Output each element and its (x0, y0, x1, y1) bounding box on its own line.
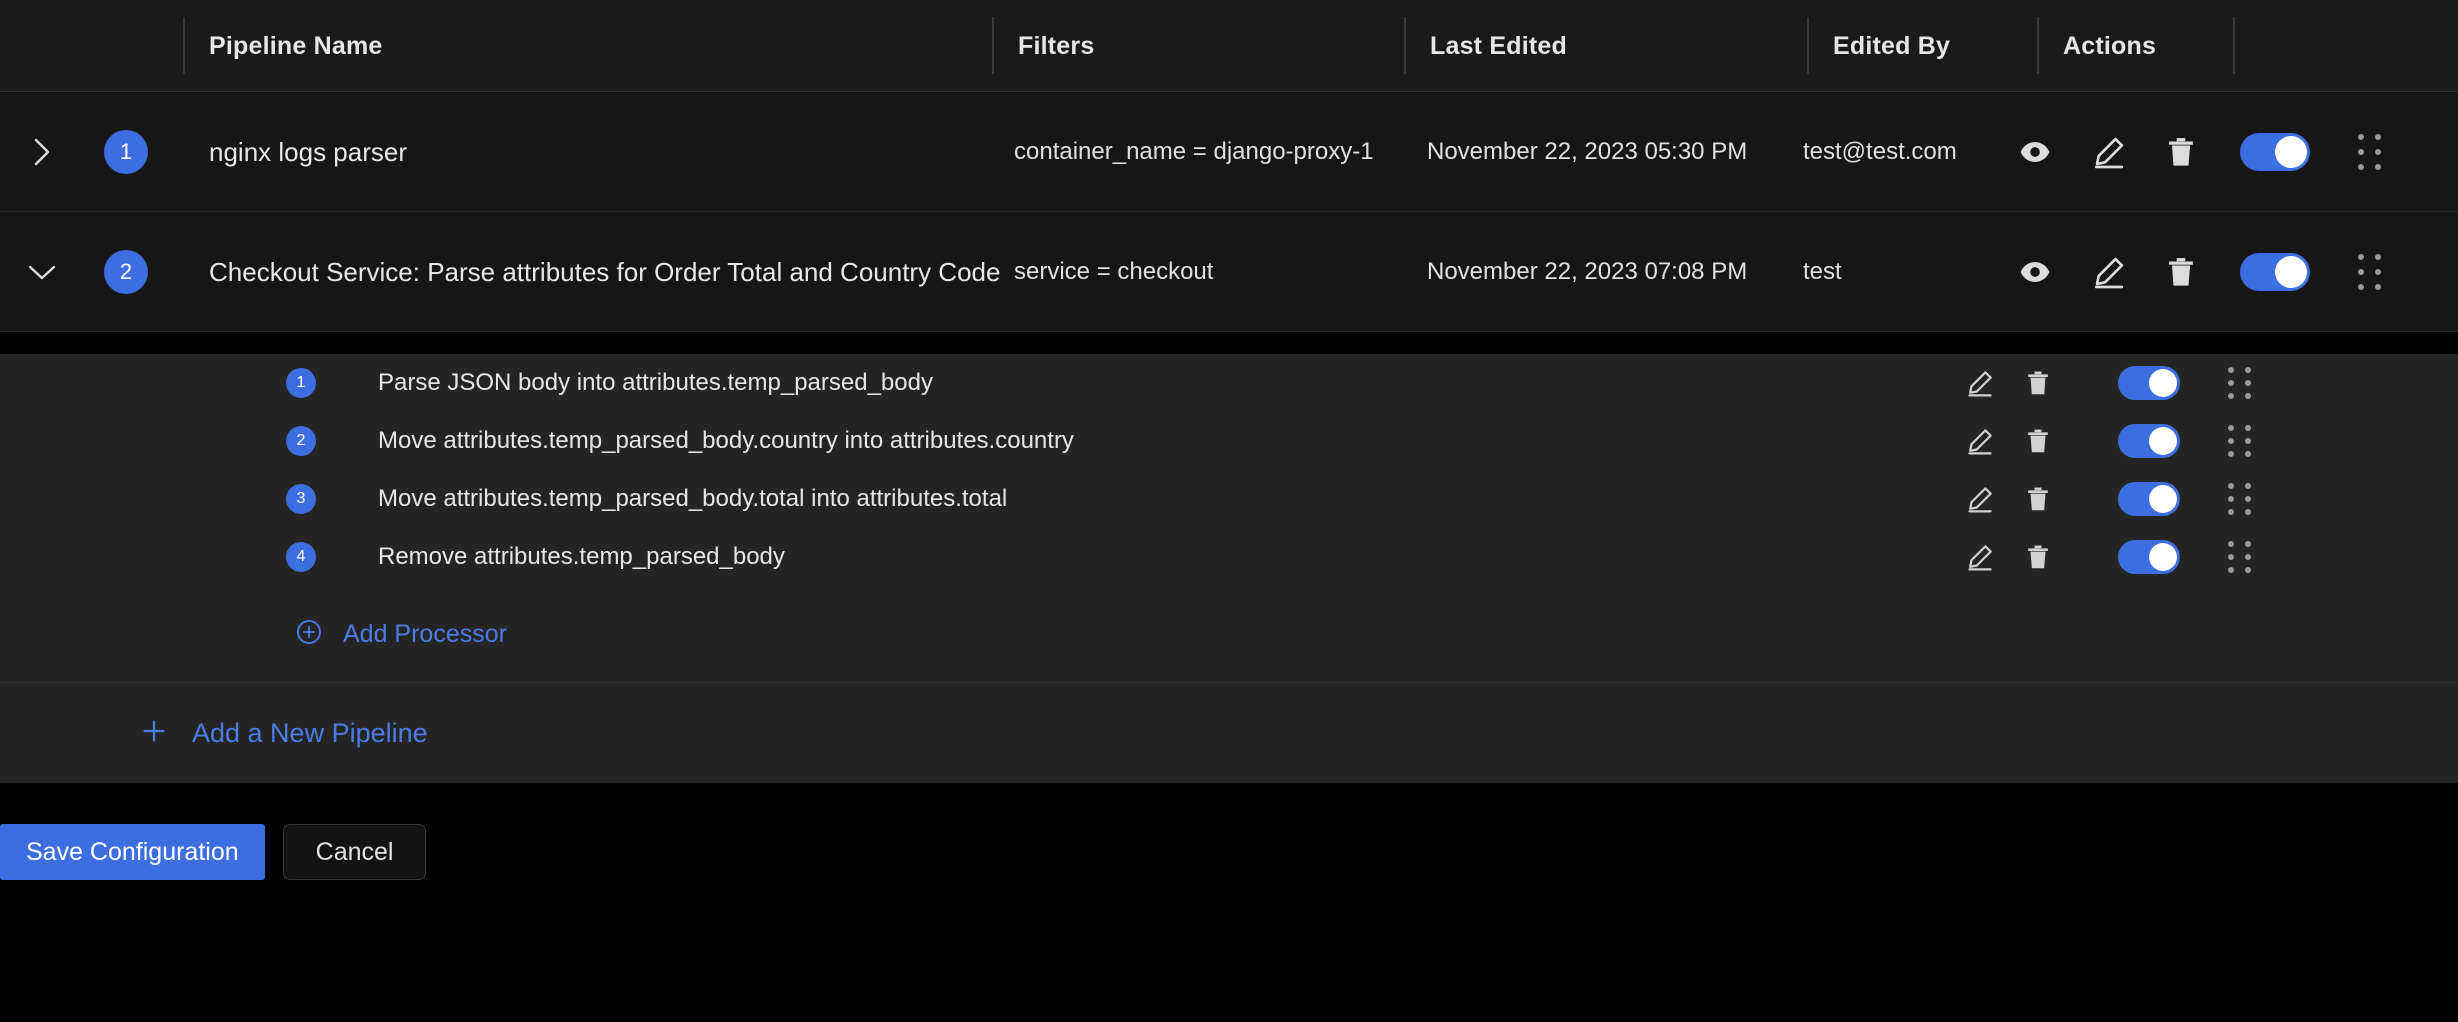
table-header: Pipeline Name Filters Last Edited Edited… (0, 0, 2458, 92)
column-header-label: Last Edited (1430, 31, 1567, 60)
processor-name: Move attributes.temp_parsed_body.total i… (378, 485, 1008, 512)
column-divider (1404, 17, 1406, 74)
chevron-right-icon[interactable] (20, 92, 64, 212)
drag-handle-icon[interactable] (2222, 363, 2256, 403)
processor-actions (1960, 528, 2256, 586)
pencil-icon[interactable] (1960, 537, 2000, 577)
column-divider (183, 17, 185, 74)
column-header-pipeline-name: Pipeline Name (183, 0, 383, 92)
column-header-actions: Actions (2037, 0, 2156, 92)
footer-actions: Save Configuration Cancel (0, 824, 2458, 956)
toggle-knob (2149, 427, 2177, 455)
pipeline-name: Checkout Service: Parse attributes for O… (209, 256, 1001, 287)
add-processor-label: Add Processor (343, 619, 507, 648)
column-divider (992, 17, 994, 74)
eye-icon[interactable] (2012, 129, 2058, 175)
trash-icon[interactable] (2018, 421, 2058, 461)
pencil-icon[interactable] (2086, 249, 2132, 295)
processor-row[interactable]: 4 Remove attributes.temp_parsed_body (0, 528, 2458, 586)
trash-icon[interactable] (2018, 363, 2058, 403)
processor-enable-toggle[interactable] (2118, 366, 2180, 400)
processor-enable-toggle[interactable] (2118, 482, 2180, 516)
trash-icon[interactable] (2018, 479, 2058, 519)
processor-row[interactable]: 2 Move attributes.temp_parsed_body.count… (0, 412, 2458, 470)
column-header-label: Pipeline Name (209, 31, 383, 60)
pipeline-order-badge: 1 (104, 129, 148, 174)
pipeline-order-badge: 2 (104, 249, 148, 294)
pipeline-last-edited: November 22, 2023 05:30 PM (1427, 138, 1748, 165)
plus-circle-icon (296, 619, 322, 650)
column-header-filters: Filters (992, 0, 1094, 92)
trash-icon[interactable] (2158, 249, 2204, 295)
chevron-down-icon[interactable] (20, 212, 64, 332)
processor-actions (1960, 412, 2256, 470)
drag-handle-icon[interactable] (2222, 537, 2256, 577)
processor-order-badge: 4 (286, 542, 316, 572)
footer-spacer (0, 783, 2458, 824)
processor-row[interactable]: 1 Parse JSON body into attributes.temp_p… (0, 354, 2458, 412)
pipeline-filter: container_name = django-proxy-1 (1014, 138, 1374, 165)
processors-panel: 1 Parse JSON body into attributes.temp_p… (0, 354, 2458, 683)
pipeline-enable-toggle[interactable] (2240, 253, 2310, 291)
pipeline-row[interactable]: 2 Checkout Service: Parse attributes for… (0, 212, 2458, 332)
pipeline-row[interactable]: 1 nginx logs parser container_name = dja… (0, 92, 2458, 212)
add-pipeline-button[interactable]: Add a New Pipeline (0, 683, 2458, 783)
pipeline-name: nginx logs parser (209, 136, 407, 167)
pipeline-actions (2012, 212, 2386, 332)
add-processor-button[interactable]: Add Processor (0, 586, 2458, 682)
processor-actions (1960, 354, 2256, 412)
column-divider (2037, 17, 2039, 74)
processor-name: Remove attributes.temp_parsed_body (378, 543, 785, 570)
column-header-end (2233, 0, 2235, 92)
processor-order-badge: 1 (286, 368, 316, 398)
processor-enable-toggle[interactable] (2118, 424, 2180, 458)
processor-order-badge: 3 (286, 484, 316, 514)
plus-icon (139, 716, 169, 751)
processor-name: Parse JSON body into attributes.temp_par… (378, 369, 933, 396)
pipeline-edited-by: test@test.com (1803, 138, 1957, 165)
column-header-edited-by: Edited By (1807, 0, 1950, 92)
toggle-knob (2149, 369, 2177, 397)
pipeline-edited-by: test (1803, 258, 1842, 285)
pipeline-actions (2012, 92, 2386, 212)
toggle-knob (2149, 485, 2177, 513)
drag-handle-icon[interactable] (2222, 479, 2256, 519)
pencil-icon[interactable] (1960, 479, 2000, 519)
pipeline-last-edited: November 22, 2023 07:08 PM (1427, 258, 1748, 285)
processor-actions (1960, 470, 2256, 528)
add-pipeline-label: Add a New Pipeline (192, 717, 428, 748)
column-header-label: Actions (2063, 31, 2157, 60)
drag-handle-icon[interactable] (2352, 249, 2386, 295)
toggle-knob (2275, 256, 2307, 288)
toggle-knob (2275, 136, 2307, 168)
pipeline-enable-toggle[interactable] (2240, 133, 2310, 171)
column-header-label: Filters (1018, 31, 1095, 60)
save-configuration-button[interactable]: Save Configuration (0, 824, 265, 880)
drag-handle-icon[interactable] (2222, 421, 2256, 461)
trash-icon[interactable] (2158, 129, 2204, 175)
column-header-label: Edited By (1833, 31, 1951, 60)
drag-handle-icon[interactable] (2352, 129, 2386, 175)
column-header-last-edited: Last Edited (1404, 0, 1567, 92)
processor-name: Move attributes.temp_parsed_body.country… (378, 427, 1074, 454)
eye-icon[interactable] (2012, 249, 2058, 295)
processor-order-badge: 2 (286, 426, 316, 456)
pipelines-page: Pipeline Name Filters Last Edited Edited… (0, 0, 2458, 1022)
pencil-icon[interactable] (1960, 363, 2000, 403)
processor-enable-toggle[interactable] (2118, 540, 2180, 574)
cancel-button[interactable]: Cancel (282, 824, 427, 880)
pencil-icon[interactable] (2086, 129, 2132, 175)
column-divider (1807, 17, 1809, 74)
toggle-knob (2149, 543, 2177, 571)
column-divider (2233, 17, 2235, 74)
processor-row[interactable]: 3 Move attributes.temp_parsed_body.total… (0, 470, 2458, 528)
trash-icon[interactable] (2018, 537, 2058, 577)
pencil-icon[interactable] (1960, 421, 2000, 461)
pipeline-filter: service = checkout (1014, 258, 1214, 285)
